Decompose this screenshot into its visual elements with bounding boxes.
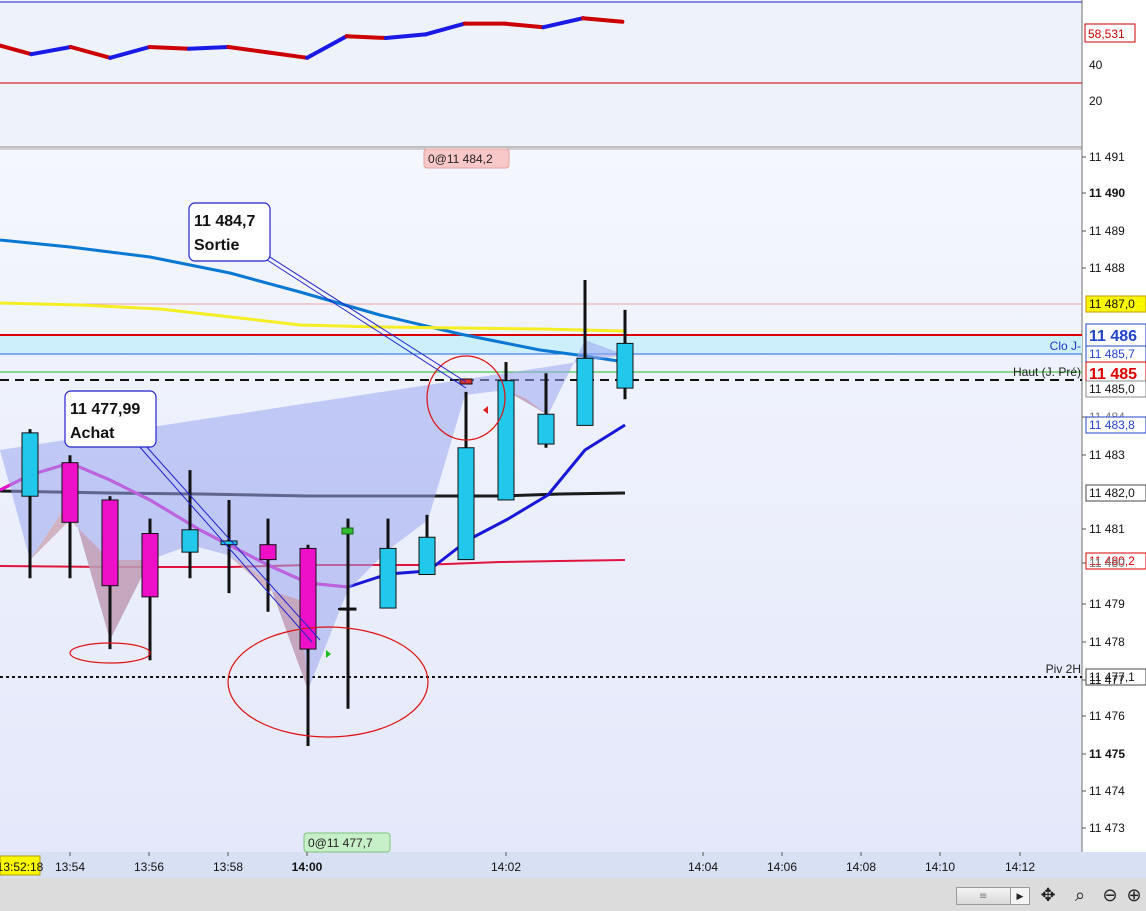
price-axis-label: 11 482,0 xyxy=(1089,486,1135,500)
time-axis-label: 14:06 xyxy=(767,860,797,874)
bull-candle xyxy=(418,536,436,576)
price-axis-label: 11 487,0 xyxy=(1089,297,1135,311)
scroll-right-button[interactable]: ▶ xyxy=(1010,887,1030,905)
time-axis-label: 13:56 xyxy=(134,860,164,874)
bull-candle xyxy=(616,342,634,389)
level-name-label: Haut (J. Pré) xyxy=(1013,365,1081,379)
oscillator-tick-label: 40 xyxy=(1089,58,1103,72)
scrollbar-grip-icon[interactable]: ≡ xyxy=(979,891,987,902)
bull-candle xyxy=(21,432,39,497)
oscillator-tick-label: 20 xyxy=(1089,94,1103,108)
oscillator-segment xyxy=(344,34,388,40)
price-axis-label: 11 477 xyxy=(1089,673,1125,687)
time-axis-label: 14:02 xyxy=(491,860,521,874)
bear-candle xyxy=(101,499,119,587)
bear-candle xyxy=(61,462,79,523)
oscillator-last-value: 58,531 xyxy=(1088,27,1125,41)
price-axis-label: 11 488 xyxy=(1089,261,1125,275)
level-name-label: Piv 2H xyxy=(1046,662,1081,676)
price-axis-label: 11 478 xyxy=(1089,635,1125,649)
price-axis-label: 11 474 xyxy=(1089,784,1125,798)
callout-text: Achat xyxy=(70,425,115,442)
price-axis-label: 11 486 xyxy=(1089,328,1137,345)
time-axis-label: 14:08 xyxy=(846,860,876,874)
price-axis-label: 11 485,0 xyxy=(1089,382,1135,396)
bear-candle xyxy=(259,544,277,561)
bull-candle xyxy=(537,413,555,445)
zoom-out-icon[interactable]: ⊖ xyxy=(1098,884,1122,908)
oscillator-panel xyxy=(0,0,1082,146)
time-axis-label: 14:04 xyxy=(688,860,718,874)
level-name-label: Clo J- xyxy=(1050,339,1081,353)
price-axis-label: 11 481 xyxy=(1089,522,1125,536)
price-axis-label: 11 479 xyxy=(1089,597,1125,611)
time-axis-label: 14:10 xyxy=(925,860,955,874)
time-axis-band xyxy=(0,852,1146,878)
zoom-in-icon[interactable]: ⊕ xyxy=(1122,884,1146,908)
price-axis-label: 11 485,7 xyxy=(1089,347,1135,361)
bear-candle xyxy=(299,547,317,650)
bull-candle xyxy=(497,380,515,501)
price-axis-label: 11 491 xyxy=(1089,150,1125,164)
price-axis-label: 11 483,8 xyxy=(1089,418,1135,432)
price-axis-label: 11 490 xyxy=(1089,186,1125,200)
zoom-fit-icon[interactable]: ⌕ xyxy=(1068,884,1092,908)
price-axis-label: 11 483 xyxy=(1089,448,1125,462)
bottom-marker-label: 0@11 477,7 xyxy=(308,836,373,850)
price-axis-label: 11 473 xyxy=(1089,821,1125,835)
callout-text: Sortie xyxy=(194,237,239,254)
bear-candle xyxy=(141,533,159,598)
entry-marker xyxy=(341,527,354,535)
time-axis-label: 14:00 xyxy=(292,860,323,874)
oscillator-segment xyxy=(147,45,191,51)
oscillator-segment xyxy=(187,45,231,51)
price-axis-label: 11 489 xyxy=(1089,224,1125,238)
time-axis-label: 13:58 xyxy=(213,860,243,874)
price-axis-label: 11 485 xyxy=(1089,366,1137,383)
price-axis-label: 11 480 xyxy=(1089,556,1125,570)
top-marker-label: 0@11 484,2 xyxy=(428,152,493,166)
time-axis-label: 13:52:18 xyxy=(0,860,44,874)
bull-candle xyxy=(576,357,594,426)
trading-chart-window: 40 20 58,531 Clo J- Haut (J. Pré) Piv 2H 11 48… xyxy=(0,0,1146,911)
time-axis-label: 13:54 xyxy=(55,860,85,874)
callout-value: 11 484,7 xyxy=(194,213,256,230)
callout-value: 11 477,99 xyxy=(70,401,140,418)
price-chart-svg: 40 20 58,531 Clo J- Haut (J. Pré) Piv 2H 11 48… xyxy=(0,0,1146,911)
bull-candle xyxy=(379,547,397,609)
price-axis-label: 11 475 xyxy=(1089,747,1125,761)
crosshair-tool-icon[interactable]: ✥ xyxy=(1036,884,1060,908)
bull-candle xyxy=(181,529,199,553)
price-axis-label: 11 476 xyxy=(1089,709,1125,723)
time-axis-label: 14:12 xyxy=(1005,860,1035,874)
bull-candle xyxy=(457,447,475,561)
